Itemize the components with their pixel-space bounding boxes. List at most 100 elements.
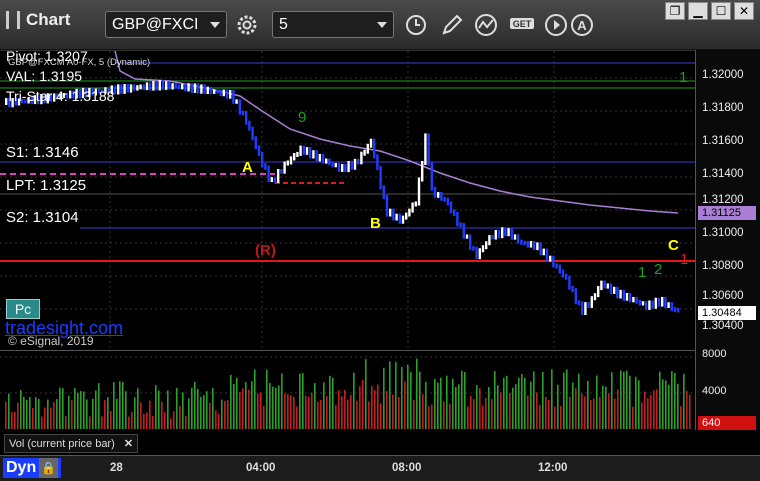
volume-bar bbox=[419, 371, 421, 429]
volume-bar bbox=[287, 394, 289, 429]
count-1-top: 1 bbox=[679, 69, 688, 86]
price-candle bbox=[123, 84, 126, 94]
price-candle bbox=[219, 89, 222, 97]
minimize-button[interactable]: ▁ bbox=[688, 2, 708, 20]
grip-icon[interactable] bbox=[6, 11, 20, 29]
volume-bar bbox=[560, 406, 562, 429]
price-candle bbox=[139, 84, 142, 90]
price-candle bbox=[421, 161, 424, 182]
price-candle bbox=[558, 264, 561, 274]
close-icon[interactable]: ✕ bbox=[124, 438, 133, 450]
price-candle bbox=[248, 120, 251, 131]
volume-bar bbox=[392, 394, 394, 429]
volume-bar bbox=[569, 396, 571, 429]
volume-bar bbox=[335, 405, 337, 429]
volume-bar bbox=[503, 377, 505, 429]
volume-bar bbox=[584, 396, 586, 429]
volume-bar bbox=[638, 380, 640, 429]
volume-bar bbox=[635, 376, 637, 429]
symbol-input[interactable]: GBP@FXCI bbox=[105, 11, 227, 38]
price-candle bbox=[453, 209, 456, 216]
time-axis[interactable]: Dyn 🔒 28 04:00 08:00 12:00 bbox=[0, 455, 760, 481]
volume-bar bbox=[548, 399, 550, 429]
price-candle bbox=[312, 150, 315, 159]
vol-tick: 8000 bbox=[702, 348, 727, 360]
price-candle bbox=[520, 239, 523, 245]
price-candle bbox=[190, 83, 193, 93]
price-candle bbox=[613, 286, 616, 294]
play-button[interactable] bbox=[542, 11, 570, 38]
volume-chart[interactable] bbox=[0, 350, 695, 430]
price-axis[interactable]: 1.32000 1.31800 1.31600 1.31400 1.31200 … bbox=[695, 50, 760, 431]
price-candle bbox=[309, 147, 312, 159]
volume-bar bbox=[266, 369, 268, 429]
pencil-icon bbox=[442, 14, 463, 35]
price-candle bbox=[398, 213, 401, 224]
volume-bar bbox=[116, 398, 118, 429]
price-candle bbox=[485, 241, 488, 250]
price-candle bbox=[203, 84, 206, 94]
price-candle bbox=[619, 289, 622, 299]
price-candle bbox=[641, 301, 645, 306]
price-candle bbox=[430, 161, 433, 191]
price-candle bbox=[395, 213, 398, 221]
settings-button[interactable] bbox=[233, 11, 261, 38]
volume-bar bbox=[620, 370, 622, 429]
volume-bar bbox=[458, 384, 460, 429]
volume-bar bbox=[386, 391, 388, 429]
volume-bar bbox=[209, 402, 211, 429]
restore-button[interactable]: ❐ bbox=[665, 2, 685, 20]
price-candle bbox=[328, 158, 331, 166]
volume-bar bbox=[662, 379, 664, 429]
price-candle bbox=[478, 248, 481, 260]
volume-bar bbox=[221, 399, 223, 429]
volume-bar bbox=[194, 382, 196, 429]
dyn-button[interactable]: Dyn 🔒 bbox=[3, 458, 62, 478]
price-candle bbox=[545, 248, 549, 262]
volume-bar bbox=[107, 397, 109, 429]
volume-bar bbox=[74, 388, 76, 429]
price-candle bbox=[379, 166, 382, 190]
lpt-label: LPT: 1.3125 bbox=[6, 177, 87, 194]
volume-bar bbox=[254, 369, 256, 429]
price-candle bbox=[270, 177, 273, 183]
price-candle bbox=[648, 300, 651, 310]
price-candle bbox=[523, 240, 526, 246]
time-button[interactable] bbox=[402, 11, 430, 38]
pc-button[interactable]: Pc bbox=[6, 299, 40, 319]
interval-input[interactable]: 5 bbox=[272, 11, 394, 38]
volume-bar bbox=[374, 390, 376, 429]
volume-bar bbox=[41, 416, 43, 429]
marker-a: A bbox=[242, 159, 253, 176]
price-candle bbox=[501, 227, 504, 239]
volume-bar bbox=[197, 388, 199, 429]
studies-button[interactable] bbox=[473, 11, 501, 38]
get-button[interactable]: GET bbox=[508, 11, 538, 38]
volume-bar bbox=[650, 395, 652, 429]
price-candle bbox=[510, 228, 513, 240]
volume-bar bbox=[491, 399, 493, 429]
volume-bar bbox=[137, 388, 139, 429]
volume-bar bbox=[338, 390, 340, 429]
volume-bar bbox=[38, 398, 40, 429]
count-2: 2 bbox=[654, 261, 663, 278]
volume-bar bbox=[488, 387, 490, 429]
close-button[interactable]: ✕ bbox=[734, 2, 754, 20]
volume-bar bbox=[539, 404, 541, 429]
draw-button[interactable] bbox=[438, 11, 466, 38]
volume-bar bbox=[134, 397, 136, 429]
price-candle bbox=[152, 80, 155, 91]
price-candle bbox=[296, 151, 299, 157]
volume-bar bbox=[602, 385, 604, 429]
volume-bar bbox=[398, 397, 400, 429]
price-candle bbox=[401, 215, 405, 224]
maximize-button[interactable]: ☐ bbox=[711, 2, 731, 20]
window-title: Chart bbox=[6, 10, 70, 30]
price-candle bbox=[376, 154, 379, 170]
volume-bar bbox=[143, 413, 145, 429]
volume-bar bbox=[155, 385, 157, 429]
price-chart[interactable]: Pivot: 1.3207 GBP@FXCM A0-FX, 5 (Dynamic… bbox=[0, 48, 695, 350]
alert-button[interactable]: A bbox=[568, 11, 596, 38]
price-candle bbox=[197, 83, 200, 94]
volume-bar bbox=[320, 400, 322, 429]
